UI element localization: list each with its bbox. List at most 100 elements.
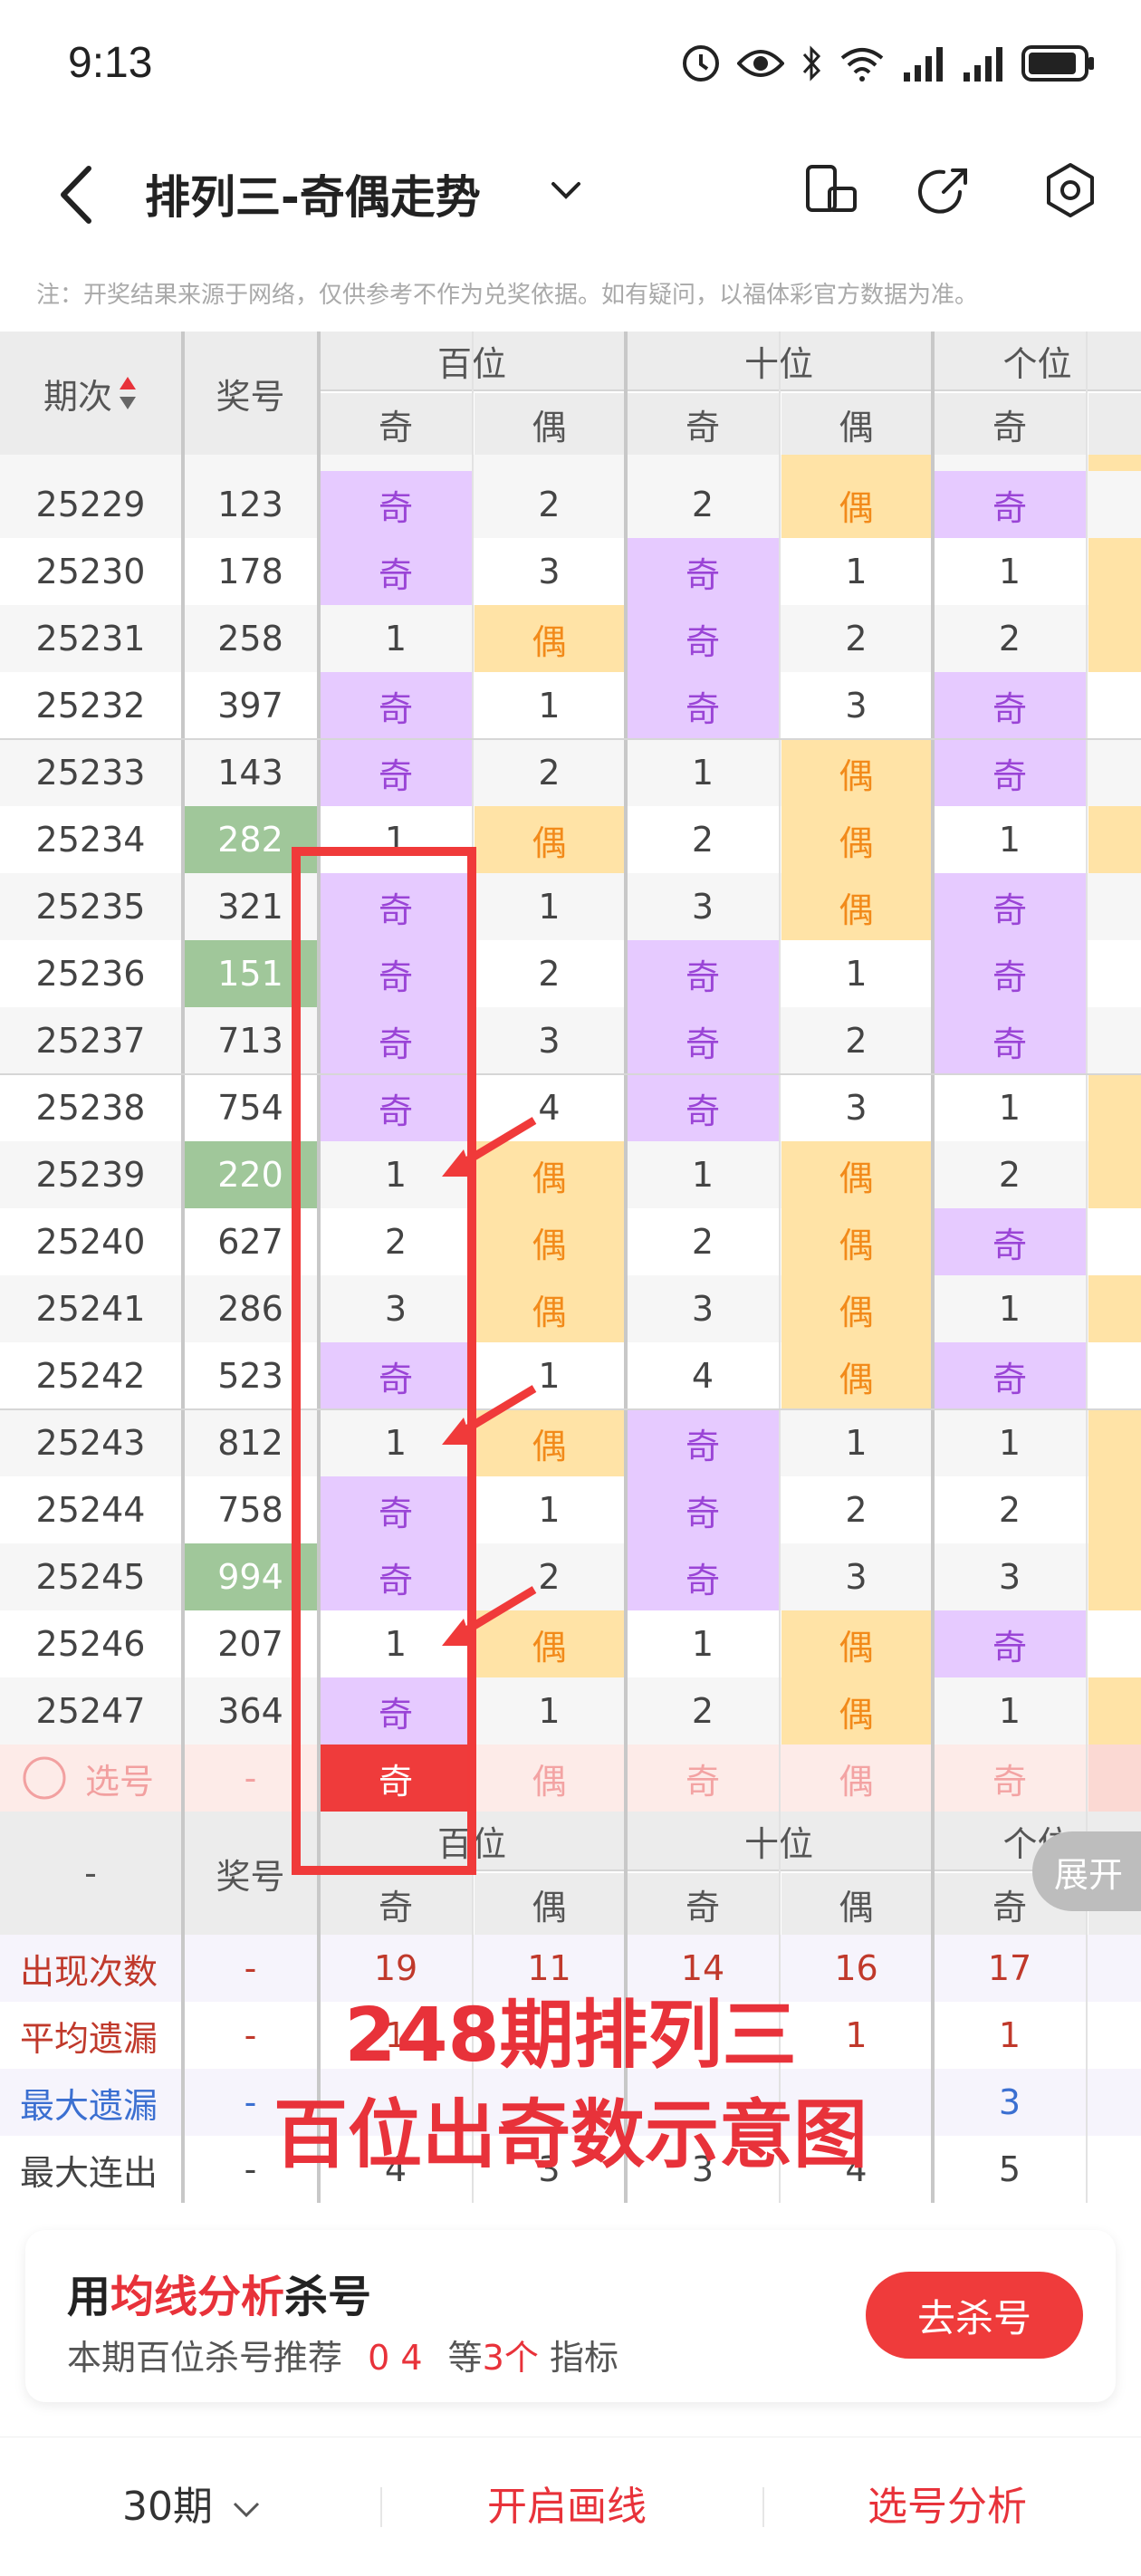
odd-cell: 1 [998,1423,1021,1463]
select-number-cell[interactable]: 选号 [0,1745,181,1812]
signal-icon-1 [904,47,943,82]
number-header: 奖号 [184,332,317,455]
select-option[interactable]: 奇 [627,1745,779,1812]
row-group-separator [0,738,1141,740]
number-cell: 178 [217,552,283,591]
period-cell: 25236 [35,954,146,994]
divider [380,2487,382,2527]
odd-cell: 奇 [627,1543,779,1610]
odd-cell: 1 [998,552,1021,591]
odd-cell: 2 [691,1691,714,1731]
chevron-down-icon[interactable] [548,172,584,208]
even-cell: 3 [845,1088,868,1128]
even-cell: 偶 [475,1610,624,1677]
card-sub-post: 指标 [549,2338,618,2378]
even-subheader: 偶 [781,393,931,455]
number-analysis-button[interactable]: 选号分析 [868,2474,1027,2532]
odd-cell: 1 [384,619,408,658]
odd-cell: 奇 [934,1208,1086,1275]
even-subheader: 偶 [475,393,624,455]
period-cell: 25245 [35,1557,146,1597]
settings-icon[interactable] [1041,161,1099,219]
bluetooth-icon [802,45,821,82]
odd-cell: 奇 [320,672,472,739]
odd-cell: 奇 [627,1074,779,1141]
period-header[interactable]: 期次 [0,332,181,455]
even-cell [781,455,931,471]
card-subtitle: 本期百位杀号推荐 0 4 等3个 指标 [67,2330,618,2379]
odd-cell: 奇 [627,1409,779,1476]
odd-cell: 奇 [627,672,779,739]
card-title: 用均线分析杀号 [67,2261,371,2324]
select-option[interactable]: 奇 [934,1745,1086,1812]
even-cell: 偶 [781,1610,931,1677]
phone-rotate-icon[interactable] [802,161,860,219]
card-title-post: 杀号 [284,2272,372,2322]
odd-cell: 2 [998,1155,1021,1195]
period-cell: 25240 [35,1222,146,1262]
period-selector[interactable]: 30期 [122,2474,262,2532]
eye-icon [737,50,784,77]
period-cell: 25238 [35,1088,146,1128]
even-cell: 偶 [475,605,624,672]
odd-cell: 1 [998,1691,1021,1731]
even-cell: 2 [845,1021,868,1061]
odd-cell: 2 [691,485,714,524]
stats-odd-subheader: 奇 [627,1873,779,1935]
even-cell [1088,538,1141,605]
kill-number-card: 用均线分析杀号 本期百位杀号推荐 0 4 等3个 指标 去杀号 [25,2230,1116,2402]
even-cell [1088,1007,1141,1074]
row-group-separator [0,1073,1141,1075]
share-icon[interactable] [916,161,974,219]
odd-cell: 1 [691,1624,714,1664]
period-selector-label: 30期 [122,2484,213,2530]
even-cell: 偶 [475,1208,624,1275]
expand-button[interactable]: 展开 [1032,1831,1141,1911]
period-cell: 25241 [35,1289,146,1329]
stats-odd-subheader: 奇 [320,1873,472,1935]
back-arrow-icon[interactable] [54,163,100,226]
select-option[interactable]: 偶 [781,1745,931,1812]
page-title: 排列三-奇偶走势 [145,171,481,224]
even-cell: 3 [845,686,868,726]
number-cell: 397 [217,686,283,726]
odd-cell: 奇 [934,940,1086,1007]
select-label: 选号 [85,1761,155,1802]
even-cell: 3 [845,1557,868,1597]
card-sub-mid: 等 [447,2338,483,2378]
even-cell: 3 [538,1021,561,1061]
even-cell: 偶 [781,739,931,806]
odd-cell: 奇 [934,1342,1086,1409]
even-cell: 1 [538,1356,561,1396]
odd-cell: 奇 [627,605,779,672]
number-cell: 258 [217,619,283,658]
even-cell: 偶 [781,1342,931,1409]
even-cell [1088,1610,1141,1677]
card-sub-numbers: 0 4 [368,2338,423,2378]
even-cell: 1 [845,552,868,591]
select-option[interactable] [1088,1745,1141,1812]
grid-line [624,332,628,2203]
grid-line [181,332,185,2203]
even-cell: 2 [845,619,868,658]
odd-subheader: 奇 [934,393,1086,455]
even-cell [1088,455,1141,471]
period-cell: 25244 [35,1490,146,1530]
even-cell [1088,1409,1141,1476]
period-cell: 25230 [35,552,146,591]
even-cell: 偶 [781,806,931,873]
even-cell: 偶 [781,873,931,940]
draw-line-button[interactable]: 开启画线 [487,2474,647,2532]
period-header-label: 期次 [43,376,112,417]
kill-number-button[interactable]: 去杀号 [866,2272,1083,2359]
odd-cell: 奇 [934,739,1086,806]
even-cell [1088,471,1141,538]
grid-line [1086,332,1088,2203]
odd-cell: 奇 [627,940,779,1007]
annotation-line-1: 248期排列三 [344,1993,797,2079]
even-cell [1088,1543,1141,1610]
select-option[interactable]: 偶 [475,1745,624,1812]
odd-cell: 奇 [934,1007,1086,1074]
even-cell [1088,940,1141,1007]
even-cell: 4 [538,1088,561,1128]
